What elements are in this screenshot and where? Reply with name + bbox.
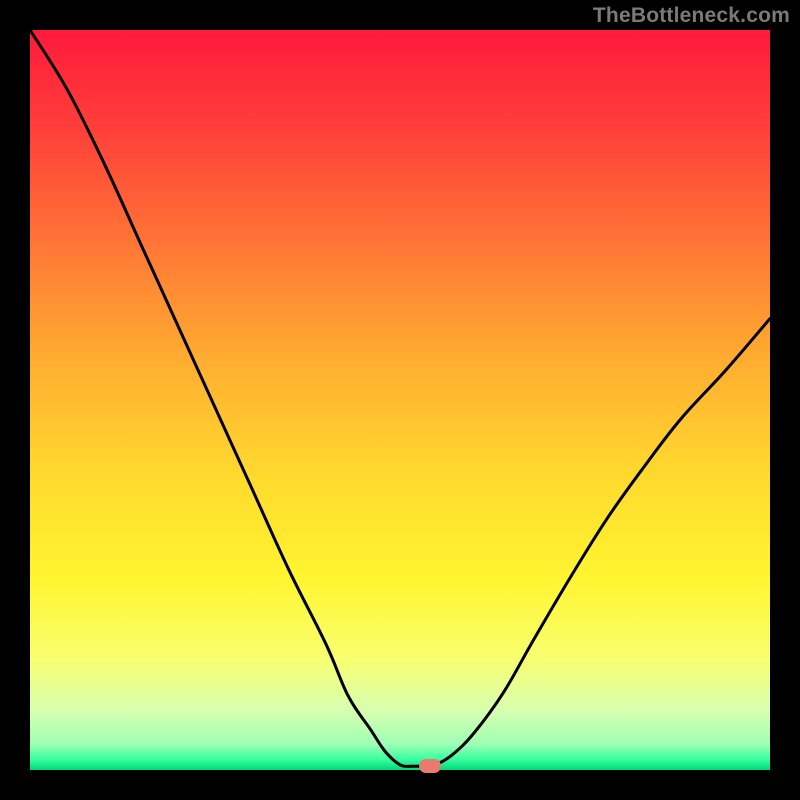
chart-frame: TheBottleneck.com bbox=[0, 0, 800, 800]
gradient-background bbox=[30, 30, 770, 770]
plot-svg bbox=[30, 30, 770, 770]
attribution-text: TheBottleneck.com bbox=[593, 4, 790, 28]
plot-area bbox=[30, 30, 770, 770]
optimal-point-marker bbox=[419, 759, 441, 773]
